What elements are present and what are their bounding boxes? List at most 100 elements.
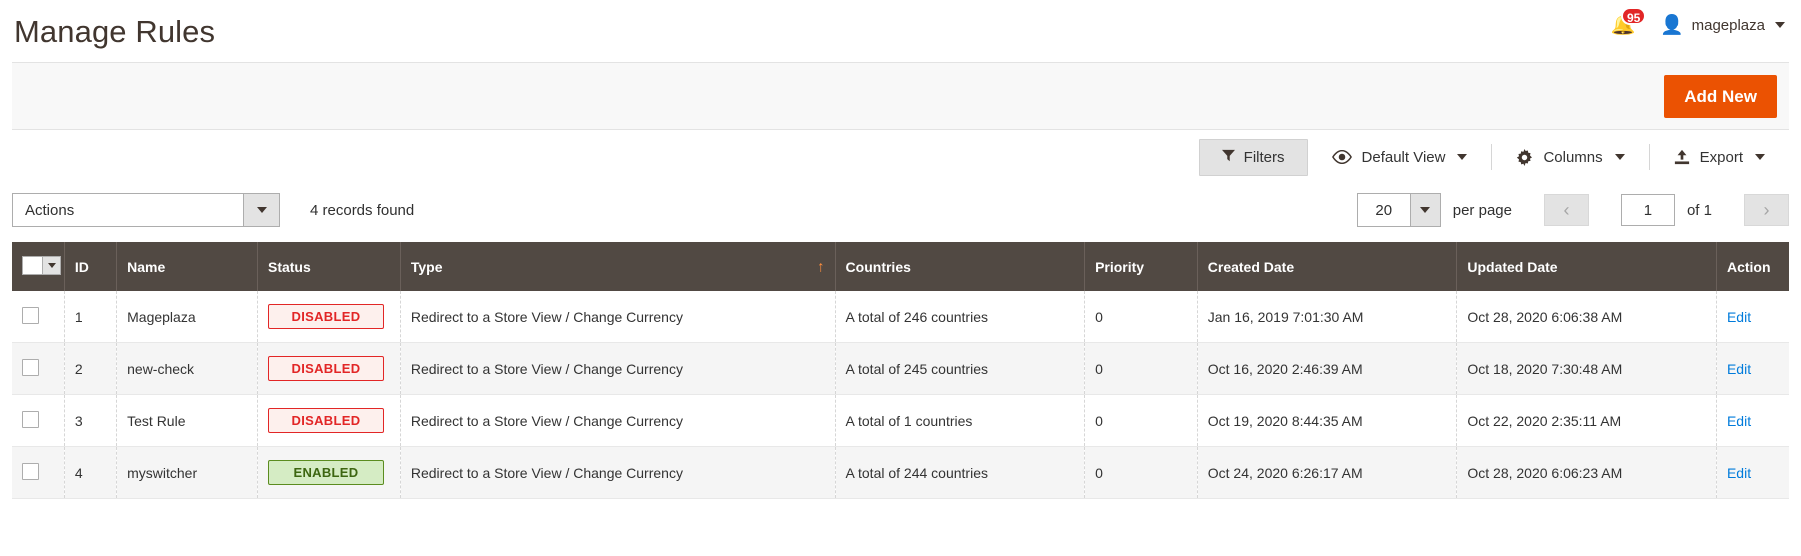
edit-link[interactable]: Edit xyxy=(1727,309,1751,325)
cell-status: DISABLED xyxy=(257,291,401,343)
user-name-label: mageplaza xyxy=(1691,16,1765,34)
status-badge: ENABLED xyxy=(267,460,384,485)
row-select-cell[interactable] xyxy=(12,394,65,447)
row-select-cell[interactable] xyxy=(12,342,65,395)
table-row: 1 Mageplaza DISABLED Redirect to a Store Vi… xyxy=(12,291,1789,343)
cell-id: 1 xyxy=(64,291,118,343)
cell-countries: A total of 246 countries xyxy=(835,291,1086,343)
per-page-dropdown[interactable]: 20 xyxy=(1356,193,1441,227)
row-select-cell[interactable] xyxy=(12,291,65,343)
eye-icon xyxy=(1331,149,1352,165)
cell-countries: A total of 245 countries xyxy=(835,342,1086,395)
cell-updated-date: Oct 28, 2020 6:06:23 AM xyxy=(1456,446,1717,499)
column-header-updated-date[interactable]: Updated Date xyxy=(1456,242,1717,291)
cell-status: DISABLED xyxy=(257,394,401,447)
cell-created-date: Oct 16, 2020 2:46:39 AM xyxy=(1197,342,1458,395)
column-header-name[interactable]: Name xyxy=(116,242,258,291)
select-all-dropdown-arrow[interactable] xyxy=(42,257,60,274)
chevron-left-icon: ‹ xyxy=(1563,199,1570,220)
actions-dropdown-arrow xyxy=(243,194,279,226)
cell-name: Test Rule xyxy=(116,394,258,447)
row-checkbox[interactable] xyxy=(22,410,39,428)
cell-type: Redirect to a Store View / Change Curren… xyxy=(400,342,836,395)
notifications-button[interactable]: 🔔 95 xyxy=(1608,7,1647,40)
default-view-label: Default View xyxy=(1361,148,1446,166)
cell-updated-date: Oct 18, 2020 7:30:48 AM xyxy=(1456,342,1717,395)
next-page-button[interactable]: › xyxy=(1744,194,1789,226)
chevron-down-icon xyxy=(1614,154,1625,160)
status-badge: DISABLED xyxy=(267,304,384,329)
cell-priority: 0 xyxy=(1084,446,1198,499)
table-row: 3 Test Rule DISABLED Redirect to a Store Vi… xyxy=(12,394,1789,447)
filters-button[interactable]: Filters xyxy=(1198,138,1308,176)
cell-status: DISABLED xyxy=(257,342,401,395)
per-page-label: per page xyxy=(1452,201,1512,219)
cell-type: Redirect to a Store View / Change Curren… xyxy=(400,446,836,499)
per-page-value: 20 xyxy=(1375,201,1393,219)
column-header-countries[interactable]: Countries xyxy=(835,242,1086,291)
cell-id: 2 xyxy=(64,342,118,395)
previous-page-button[interactable]: ‹ xyxy=(1543,194,1589,226)
cell-countries: A total of 244 countries xyxy=(835,446,1086,499)
rules-table: ID Name Status Type ↑ Countries Priority… xyxy=(12,242,1789,499)
column-header-action: Action xyxy=(1716,242,1789,291)
column-header-select-all[interactable] xyxy=(12,242,65,291)
table-row: 2 new-check DISABLED Redirect to a Store Vi… xyxy=(12,342,1789,395)
cell-created-date: Oct 24, 2020 6:26:17 AM xyxy=(1197,446,1458,499)
status-badge: DISABLED xyxy=(267,356,384,381)
user-avatar-icon: 👤 xyxy=(1659,14,1684,36)
cell-type: Redirect to a Store View / Change Curren… xyxy=(400,291,836,343)
row-select-cell[interactable] xyxy=(12,446,65,499)
cell-priority: 0 xyxy=(1084,342,1198,395)
table-body: 1 Mageplaza DISABLED Redirect to a Store Vi… xyxy=(12,291,1789,499)
cell-created-date: Jan 16, 2019 7:01:30 AM xyxy=(1197,291,1458,343)
cell-action: Edit xyxy=(1716,394,1789,447)
column-header-created-date[interactable]: Created Date xyxy=(1197,242,1458,291)
edit-link[interactable]: Edit xyxy=(1727,361,1751,377)
row-checkbox[interactable] xyxy=(22,462,39,480)
cell-priority: 0 xyxy=(1084,291,1198,343)
page-number-input[interactable] xyxy=(1620,194,1675,226)
edit-link[interactable]: Edit xyxy=(1727,413,1751,429)
chevron-down-icon xyxy=(1755,154,1765,160)
gear-icon xyxy=(1516,148,1533,166)
column-header-id[interactable]: ID xyxy=(64,242,118,291)
chevron-down-icon xyxy=(47,263,56,268)
table-header: ID Name Status Type ↑ Countries Priority… xyxy=(12,242,1789,291)
chevron-down-icon xyxy=(1420,207,1431,213)
table-header-row: ID Name Status Type ↑ Countries Priority… xyxy=(12,242,1789,291)
edit-link[interactable]: Edit xyxy=(1727,465,1751,481)
cell-type: Redirect to a Store View / Change Curren… xyxy=(400,394,836,447)
column-header-type-label: Type xyxy=(410,258,443,275)
chevron-down-icon xyxy=(1457,154,1468,160)
page-header: Manage Rules 🔔 95 👤 mageplaza xyxy=(0,0,1801,62)
records-found-label: 4 records found xyxy=(310,201,415,219)
export-dropdown[interactable]: Export xyxy=(1650,144,1789,170)
cell-action: Edit xyxy=(1716,291,1789,343)
cell-action: Edit xyxy=(1716,342,1789,395)
cell-action: Edit xyxy=(1716,446,1789,499)
select-all-checkbox-dropdown[interactable] xyxy=(22,256,61,275)
row-checkbox[interactable] xyxy=(22,306,39,324)
user-menu[interactable]: 👤 mageplaza xyxy=(1660,16,1785,35)
grid-toolbar: Filters Default View Columns Export xyxy=(12,130,1789,184)
columns-dropdown[interactable]: Columns xyxy=(1492,144,1648,170)
cell-countries: A total of 1 countries xyxy=(835,394,1086,447)
header-actions: 🔔 95 👤 mageplaza xyxy=(1608,7,1785,40)
select-all-checkbox[interactable] xyxy=(23,257,42,274)
add-new-button[interactable]: Add New xyxy=(1664,74,1777,118)
actions-dropdown[interactable]: Actions xyxy=(12,193,280,227)
funnel-icon xyxy=(1221,149,1235,166)
cell-created-date: Oct 19, 2020 8:44:35 AM xyxy=(1197,394,1458,447)
row-checkbox[interactable] xyxy=(22,358,39,376)
grid-controls-row: Actions 4 records found 20 per page ‹ of… xyxy=(12,184,1789,236)
cell-priority: 0 xyxy=(1084,394,1198,447)
default-view-dropdown[interactable]: Default View xyxy=(1308,144,1492,170)
column-header-priority[interactable]: Priority xyxy=(1084,242,1198,291)
chevron-down-icon xyxy=(256,207,267,213)
chevron-down-icon xyxy=(1775,22,1785,28)
column-header-status[interactable]: Status xyxy=(257,242,401,291)
column-header-type[interactable]: Type ↑ xyxy=(400,242,836,291)
filters-label: Filters xyxy=(1243,148,1285,166)
per-page-dropdown-arrow xyxy=(1409,194,1440,226)
